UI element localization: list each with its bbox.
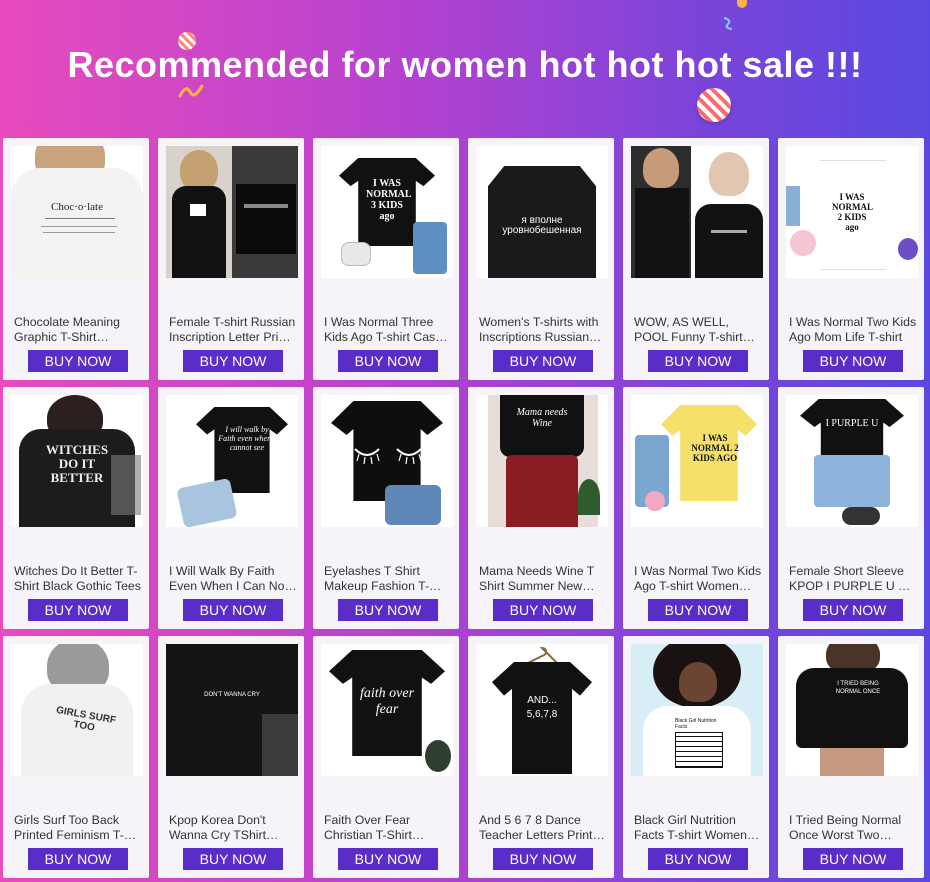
product-image[interactable]: WITCHES DO IT BETTER — [11, 395, 143, 527]
buy-now-button[interactable]: BUY NOW — [493, 599, 593, 621]
product-title[interactable]: I Was Normal Three Kids Ago T-shirt Casu… — [324, 315, 452, 347]
product-title[interactable]: Kpop Korea Don't Wanna Cry TShirt Women … — [169, 813, 297, 845]
product-title[interactable]: I Was Normal Two Kids Ago T-shirt Women … — [634, 564, 762, 596]
product-title[interactable]: Mama Needs Wine T Shirt Summer New Tees — [479, 564, 607, 596]
product-title[interactable]: Female Short Sleeve KPOP I PURPLE U T-sh… — [789, 564, 917, 596]
shirt-print: I PURPLE U — [825, 418, 879, 429]
candy-ball-icon — [697, 88, 731, 122]
product-title[interactable]: Female T-shirt Russian Inscription Lette… — [169, 315, 297, 347]
product-image[interactable]: faith over fear — [321, 644, 453, 776]
product-card[interactable]: Black Girl Nutrition Facts Black Girl Nu… — [623, 636, 769, 878]
buy-now-button[interactable]: BUY NOW — [493, 350, 593, 372]
product-card[interactable]: DON'T WANNA CRY Kpop Korea Don't Wanna C… — [158, 636, 304, 878]
product-image[interactable]: I will walk by Faith even when I cannot … — [166, 395, 298, 527]
shirt-print: faith over fear — [359, 686, 415, 717]
confetti-icon — [737, 0, 747, 8]
product-card[interactable]: Female T-shirt Russian Inscription Lette… — [158, 138, 304, 380]
product-image[interactable] — [321, 395, 453, 527]
product-card[interactable]: Mama needs Wine Mama Needs Wine T Shirt … — [468, 387, 614, 629]
product-card[interactable]: I WAS NORMAL 3 KIDS ago I Was Normal Thr… — [313, 138, 459, 380]
product-image[interactable] — [166, 146, 298, 278]
product-image[interactable]: я вполне уровнобешенная — [476, 146, 608, 278]
buy-now-button[interactable]: BUY NOW — [183, 599, 283, 621]
buy-now-button[interactable]: BUY NOW — [493, 848, 593, 870]
product-image[interactable]: Mama needs Wine — [476, 395, 608, 527]
product-image[interactable]: Black Girl Nutrition Facts — [631, 644, 763, 776]
shirt-print: WITCHES DO IT BETTER — [45, 442, 109, 485]
product-card[interactable]: I WAS NORMAL 2 KIDS ago I Was Normal Two… — [778, 138, 924, 380]
shirt-print: I will walk by Faith even when I cannot … — [218, 425, 276, 452]
product-card[interactable]: Eyelashes T Shirt Makeup Fashion T-shirt… — [313, 387, 459, 629]
product-title[interactable]: I Tried Being Normal Once Worst Two Minu… — [789, 813, 917, 845]
product-title[interactable]: Witches Do It Better T-Shirt Black Gothi… — [14, 564, 142, 596]
buy-now-button[interactable]: BUY NOW — [183, 350, 283, 372]
product-image[interactable]: I WAS NORMAL 2 KIDS AGO — [631, 395, 763, 527]
product-image[interactable]: I WAS NORMAL 2 KIDS ago — [786, 146, 918, 278]
product-card[interactable]: I will walk by Faith even when I cannot … — [158, 387, 304, 629]
product-title[interactable]: Faith Over Fear Christian T-Shirt Women … — [324, 813, 452, 845]
product-card[interactable]: я вполне уровнобешенная Women's T-shirts… — [468, 138, 614, 380]
promo-banner: Recommended for women hot hot hot sale !… — [0, 0, 930, 135]
buy-now-button[interactable]: BUY NOW — [648, 848, 748, 870]
product-title[interactable]: WOW, AS WELL, POOL Funny T-shirt Russian… — [634, 315, 762, 347]
product-title[interactable]: Women's T-shirts with Inscriptions Russi… — [479, 315, 607, 347]
buy-now-button[interactable]: BUY NOW — [183, 848, 283, 870]
shirt-print: DON'T WANNA CRY — [204, 692, 260, 698]
product-image[interactable] — [631, 146, 763, 278]
buy-now-button[interactable]: BUY NOW — [338, 599, 438, 621]
shirt-print: Black Girl Nutrition Facts — [675, 718, 717, 730]
ribbon-icon — [723, 17, 733, 30]
shirt-print: I WAS NORMAL 2 KIDS ago — [832, 192, 873, 232]
product-title[interactable]: And 5 6 7 8 Dance Teacher Letters Print … — [479, 813, 607, 845]
buy-now-button[interactable]: BUY NOW — [338, 848, 438, 870]
product-card[interactable]: I TRIED BEING NORMAL ONCE I Tried Being … — [778, 636, 924, 878]
product-image[interactable]: AND... 5,6,7,8 — [476, 644, 608, 776]
product-title[interactable]: Black Girl Nutrition Facts T-shirt Women… — [634, 813, 762, 845]
shirt-print: Mama needs Wine — [516, 407, 568, 429]
product-card[interactable]: WOW, AS WELL, POOL Funny T-shirt Russian… — [623, 138, 769, 380]
buy-now-button[interactable]: BUY NOW — [803, 599, 903, 621]
product-title[interactable]: Chocolate Meaning Graphic T-Shirt Women … — [14, 315, 142, 347]
product-title[interactable]: Girls Surf Too Back Printed Feminism T-s… — [14, 813, 142, 845]
product-card[interactable]: faith over fear Faith Over Fear Christia… — [313, 636, 459, 878]
page-title: Recommended for women hot hot hot sale !… — [67, 44, 863, 85]
product-card[interactable]: I PURPLE U Female Short Sleeve KPOP I PU… — [778, 387, 924, 629]
shirt-print: I TRIED BEING NORMAL ONCE — [835, 681, 881, 695]
shirt-print: AND... 5,6,7,8 — [526, 695, 558, 720]
buy-now-button[interactable]: BUY NOW — [648, 599, 748, 621]
buy-now-button[interactable]: BUY NOW — [648, 350, 748, 372]
product-title[interactable]: I Will Walk By Faith Even When I Can Not… — [169, 564, 297, 596]
shirt-print: я вполне уровнобешенная — [502, 215, 582, 236]
buy-now-button[interactable]: BUY NOW — [803, 350, 903, 372]
product-image[interactable]: I TRIED BEING NORMAL ONCE — [786, 644, 918, 776]
product-card[interactable]: WITCHES DO IT BETTER Witches Do It Bette… — [3, 387, 149, 629]
buy-now-button[interactable]: BUY NOW — [28, 599, 128, 621]
product-card[interactable]: I WAS NORMAL 2 KIDS AGO I Was Normal Two… — [623, 387, 769, 629]
product-image[interactable]: GIRLS SURF TOO — [11, 644, 143, 776]
buy-now-button[interactable]: BUY NOW — [338, 350, 438, 372]
product-card[interactable]: GIRLS SURF TOO Girls Surf Too Back Print… — [3, 636, 149, 878]
product-image[interactable]: Choc·o·late — [11, 146, 143, 278]
product-card[interactable]: Choc·o·late Chocolate Meaning Graphic T-… — [3, 138, 149, 380]
buy-now-button[interactable]: BUY NOW — [803, 848, 903, 870]
buy-now-button[interactable]: BUY NOW — [28, 848, 128, 870]
product-grid: Choc·o·late Chocolate Meaning Graphic T-… — [0, 135, 930, 882]
shirt-print: I WAS NORMAL 2 KIDS AGO — [691, 433, 739, 463]
product-image[interactable]: I WAS NORMAL 3 KIDS ago — [321, 146, 453, 278]
product-title[interactable]: Eyelashes T Shirt Makeup Fashion T-shirt… — [324, 564, 452, 596]
shirt-print: I WAS NORMAL 3 KIDS ago — [366, 178, 412, 222]
product-image[interactable]: DON'T WANNA CRY — [166, 644, 298, 776]
product-title[interactable]: I Was Normal Two Kids Ago Mom Life T-shi… — [789, 315, 917, 347]
shirt-print: Choc·o·late — [51, 201, 103, 213]
product-card[interactable]: AND... 5,6,7,8 And 5 6 7 8 Dance Teacher… — [468, 636, 614, 878]
buy-now-button[interactable]: BUY NOW — [28, 350, 128, 372]
product-image[interactable]: I PURPLE U — [786, 395, 918, 527]
eyelashes-icon — [354, 448, 422, 465]
